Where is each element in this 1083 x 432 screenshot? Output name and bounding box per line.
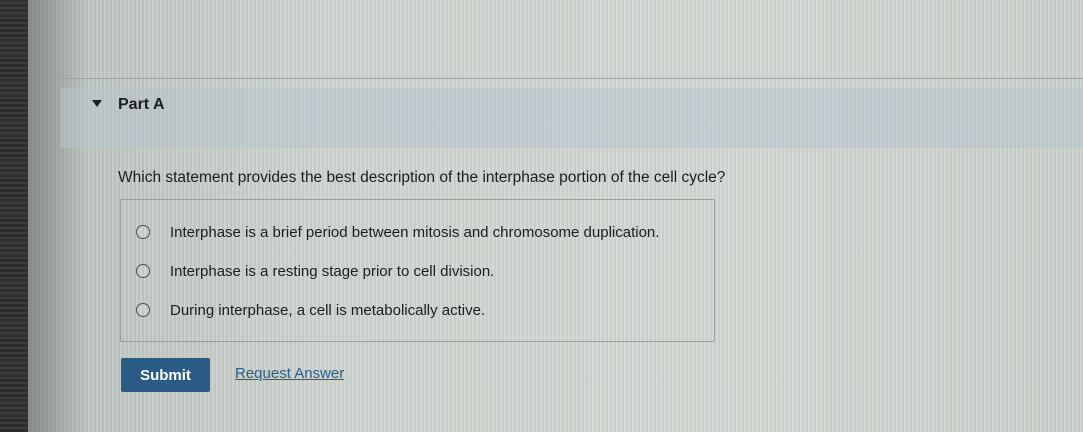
left-edge-shadow <box>28 0 88 432</box>
submit-button[interactable]: Submit <box>121 358 210 392</box>
question-text: Which statement provides the best descri… <box>118 169 726 186</box>
answer-option[interactable]: During interphase, a cell is metabolical… <box>136 298 485 322</box>
radio-button[interactable] <box>136 225 150 239</box>
caret-down-icon[interactable] <box>92 100 102 107</box>
answer-option-label: During interphase, a cell is metabolical… <box>170 301 486 319</box>
request-answer-link[interactable]: Request Answer <box>235 365 344 382</box>
left-edge-strip <box>0 0 28 432</box>
answer-option-label: Interphase is a resting stage prior to c… <box>170 262 495 280</box>
radio-button[interactable] <box>136 264 150 278</box>
part-header[interactable] <box>60 88 1083 148</box>
answer-option-label: Interphase is a brief period between mit… <box>170 223 660 241</box>
answer-option[interactable]: Interphase is a resting stage prior to c… <box>136 259 494 283</box>
answer-option[interactable]: Interphase is a brief period between mit… <box>136 220 659 244</box>
part-title[interactable]: Part A <box>118 96 165 114</box>
radio-button[interactable] <box>136 303 150 317</box>
section-divider <box>60 78 1083 79</box>
